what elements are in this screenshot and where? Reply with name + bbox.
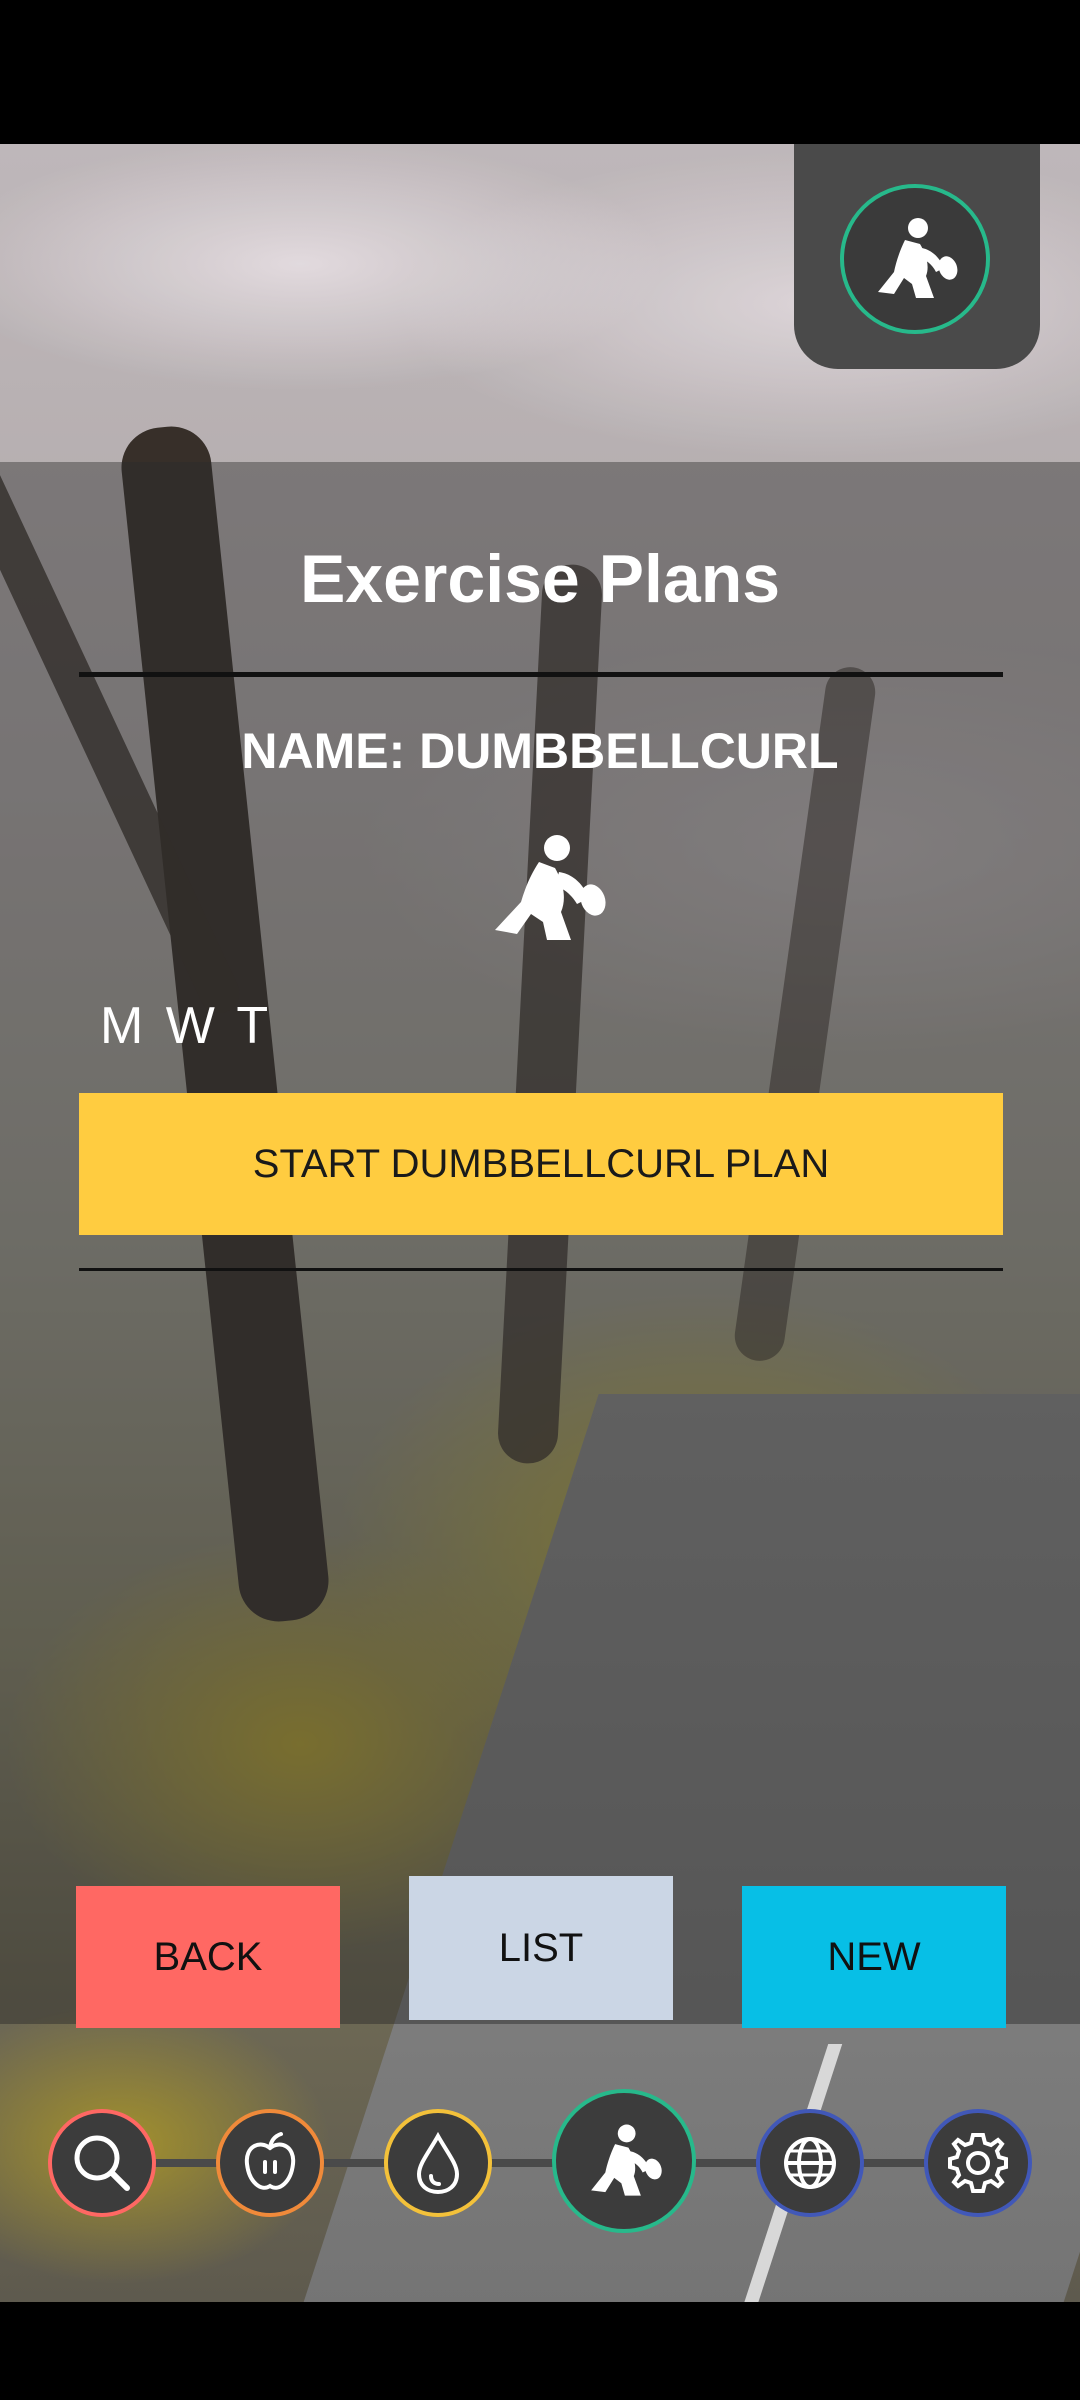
start-plan-button[interactable]: START DUMBBELLCURL PLAN: [79, 1093, 1003, 1235]
divider: [79, 1268, 1003, 1271]
weightlifter-icon: [465, 830, 615, 945]
list-button[interactable]: LIST: [409, 1876, 673, 2020]
schedule-days: M W T: [100, 997, 273, 1055]
system-nav-bar: [0, 2302, 1080, 2400]
search-icon[interactable]: [48, 2109, 156, 2217]
apple-icon[interactable]: [216, 2109, 324, 2217]
weightlifter-icon[interactable]: [552, 2089, 696, 2233]
content-overlay: [0, 462, 1080, 2024]
gear-icon[interactable]: [924, 2109, 1032, 2217]
globe-icon[interactable]: [756, 2109, 864, 2217]
back-button[interactable]: BACK: [76, 1886, 340, 2028]
weightlifter-icon[interactable]: [840, 184, 990, 334]
status-bar: [0, 0, 1080, 144]
plan-name: NAME: DUMBBELLCURL: [241, 723, 839, 779]
divider: [79, 672, 1003, 677]
page-title: Exercise Plans: [299, 541, 781, 617]
new-button[interactable]: NEW: [742, 1886, 1006, 2028]
water-drop-icon[interactable]: [384, 2109, 492, 2217]
